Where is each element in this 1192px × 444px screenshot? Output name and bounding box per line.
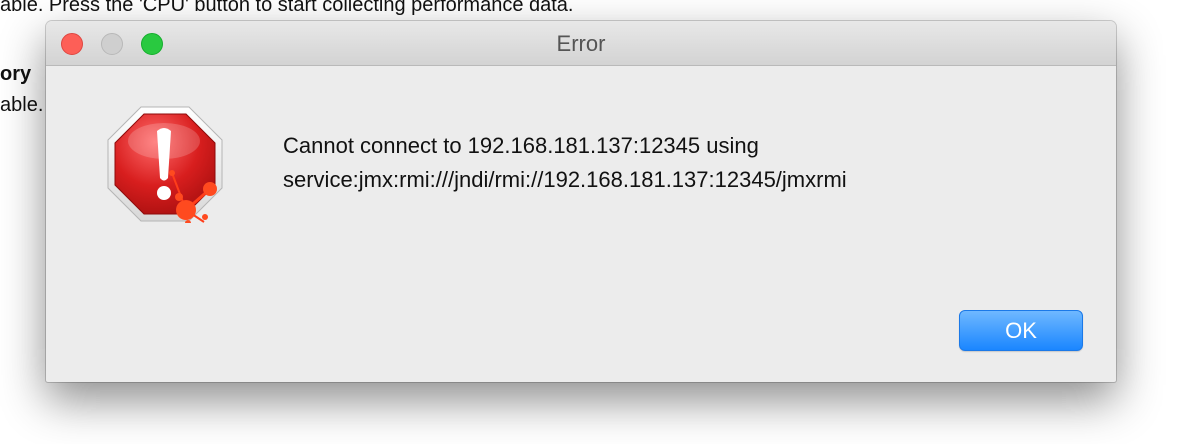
background-status-text: able. Press the 'CPU' button to start co…: [0, 0, 574, 16]
error-message: Cannot connect to 192.168.181.137:12345 …: [283, 129, 847, 197]
error-dialog: Error Cannot connect to 192.168.181.137:…: [46, 21, 1116, 382]
dialog-title: Error: [556, 31, 606, 56]
background-heading: ory: [0, 63, 32, 85]
background-status-text-2: able.: [0, 94, 44, 116]
title-bar[interactable]: Error: [46, 21, 1116, 66]
error-stop-icon: [106, 105, 224, 226]
error-message-line-2: service:jmx:rmi:///jndi/rmi://192.168.18…: [283, 167, 847, 192]
ok-button[interactable]: OK: [959, 310, 1083, 351]
error-message-line-1: Cannot connect to 192.168.181.137:12345 …: [283, 133, 759, 158]
